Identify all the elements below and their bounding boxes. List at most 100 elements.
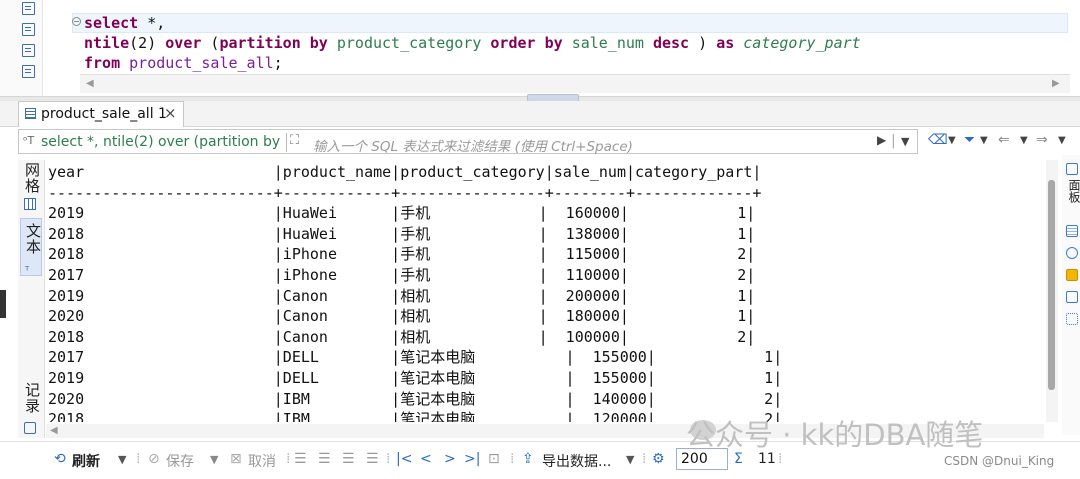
code-line[interactable]: from product_sale_all; — [84, 54, 283, 73]
tab-text-active[interactable]: 文本 — [20, 218, 42, 276]
result-header-row: year |product_name|product_category|sale… — [48, 163, 762, 181]
filter-placeholder: 输入一个 SQL 表达式来过滤结果 (使用 Ctrl+Space) — [313, 139, 633, 155]
result-row: 2019 |Canon |相机 | 200000| 1| — [48, 286, 756, 305]
record-icon[interactable] — [24, 422, 36, 434]
copy-row-icon[interactable]: ☰ — [342, 451, 355, 467]
result-separator-row: -------------------------+------------+-… — [48, 183, 762, 202]
scroll-right-icon[interactable]: ▶ — [1052, 78, 1060, 89]
next-page-icon[interactable]: > — [444, 451, 456, 467]
tab-panels[interactable]: 面板 — [1066, 179, 1080, 203]
code-token: product_sale_all — [129, 54, 274, 72]
code-line[interactable]: select *, — [84, 14, 165, 33]
divider: ⁞ — [510, 451, 515, 467]
chevron-down-icon[interactable]: ▼ — [980, 135, 988, 146]
last-page-icon[interactable]: >| — [464, 451, 480, 467]
chevron-down-icon[interactable]: ▼ — [626, 453, 634, 466]
metadata-icon[interactable] — [1066, 247, 1078, 259]
code-token: partition — [219, 34, 301, 52]
previous-page-icon[interactable]: < — [420, 451, 432, 467]
more-panels-icon[interactable] — [1066, 313, 1078, 325]
code-token: desc — [652, 34, 690, 52]
result-text-panel[interactable]: year |product_name|product_category|sale… — [46, 160, 1041, 422]
grid-icon[interactable] — [24, 198, 36, 210]
editor-horizontal-scrollbar[interactable]: ◀ ▶ — [80, 74, 1070, 93]
delete-row-icon[interactable]: ☰ — [366, 451, 379, 467]
editor-side-toolbar — [0, 0, 43, 98]
scroll-thumb[interactable] — [1048, 180, 1055, 390]
panels-icon[interactable] — [1066, 163, 1078, 175]
code-token: sale_num — [571, 34, 644, 52]
refresh-icon[interactable]: ⟲ — [54, 451, 66, 467]
scroll-left-icon[interactable]: ◀ — [50, 425, 58, 436]
history-dropdown-icon[interactable]: ▼ — [901, 135, 909, 148]
chevron-down-icon[interactable]: ▼ — [118, 453, 126, 466]
chart-icon[interactable] — [1066, 269, 1078, 281]
refresh-button[interactable]: 刷新 — [72, 451, 100, 471]
gear-icon[interactable]: ⚙ — [652, 451, 665, 467]
result-row: 2020 |Canon |相机 | 180000| 1| — [48, 307, 756, 326]
expand-icon[interactable]: ⛶ — [290, 133, 299, 148]
result-row: 2018 |IBM |笔记本电脑 | 120000| 2| — [48, 410, 783, 422]
close-icon[interactable]: × — [164, 104, 177, 122]
tab-label: product_sale_all 1 — [41, 106, 167, 122]
cancel-button[interactable]: 取消 — [248, 451, 276, 471]
tab-record[interactable]: 记录 — [22, 382, 43, 414]
export-data-button[interactable]: 导出数据... — [542, 451, 611, 471]
explain-plan-icon[interactable] — [22, 44, 35, 57]
tab-text[interactable]: 文本 — [23, 223, 44, 255]
result-row: 2017 |iPhone |手机 | 110000| 2| — [48, 266, 756, 284]
filter-bar: ᵒT select *, ntile(2) over (partition by… — [18, 129, 1080, 155]
chevron-down-icon[interactable]: ▼ — [1058, 135, 1066, 146]
back-icon[interactable]: ⇐ — [998, 132, 1010, 148]
code-token: ( — [201, 34, 220, 52]
first-page-icon[interactable]: |< — [396, 451, 412, 467]
fetch-all-icon[interactable]: ⊡ — [488, 451, 500, 467]
scroll-left-icon[interactable]: ◀ — [86, 78, 94, 89]
eraser-icon[interactable]: ⌫ — [928, 132, 948, 148]
chevron-down-icon[interactable]: ▼ — [1020, 135, 1028, 146]
filter-icon[interactable]: ⏷ — [964, 132, 975, 148]
outline-icon[interactable] — [22, 65, 35, 78]
divider: ⁞ — [642, 451, 647, 467]
result-row: 2019 |HuaWei |手机 | 160000| 1| — [48, 204, 756, 223]
tab-product-sale-all[interactable]: product_sale_all 1 × — [18, 101, 184, 127]
divider: ⁞ — [386, 451, 391, 467]
chevron-down-icon[interactable]: ▼ — [210, 453, 218, 466]
fold-collapse-icon[interactable] — [72, 17, 81, 26]
result-vertical-scrollbar[interactable] — [1046, 160, 1058, 422]
filter-input[interactable]: ᵒT select *, ntile(2) over (partition by… — [18, 129, 918, 155]
execute-script-icon[interactable] — [22, 23, 35, 36]
divider: ⁞ — [286, 451, 291, 467]
value-viewer-icon[interactable] — [1066, 225, 1078, 237]
result-row: 2020 |IBM |笔记本电脑 | 140000| 2| — [48, 389, 783, 408]
chevron-down-icon[interactable]: ▼ — [948, 135, 956, 146]
edit-row-icon[interactable]: ☰ — [294, 451, 307, 467]
code-token: from — [84, 54, 121, 72]
code-line[interactable]: ntile(2) over (partition by product_cate… — [84, 34, 861, 53]
sql-filter-icon: ᵒT — [23, 134, 35, 147]
code-token: product_category — [336, 34, 482, 52]
apply-filter-icon[interactable]: ▶ — [877, 133, 886, 147]
export-icon[interactable]: ⇪ — [522, 451, 534, 467]
credit-text: CSDN @Dnui_King — [944, 454, 1055, 468]
filter-sql-preview: select *, ntile(2) over (partition by — [41, 134, 281, 150]
save-button[interactable]: 保存 — [166, 451, 194, 471]
text-mode-icon[interactable]: ᵀ — [25, 264, 29, 277]
code-token: by — [309, 34, 328, 52]
result-row: 2018 |HuaWei |手机 | 138000| 1| — [48, 224, 756, 243]
tab-grid[interactable]: 网格 — [22, 162, 43, 194]
divider: | — [891, 133, 896, 149]
forward-icon[interactable]: ⇒ — [1036, 132, 1048, 148]
code-token: by — [544, 34, 563, 52]
add-row-icon[interactable]: ☰ — [318, 451, 331, 467]
execute-statement-icon[interactable] — [22, 2, 35, 15]
grouping-icon[interactable] — [1066, 291, 1078, 303]
code-token: select — [84, 14, 139, 32]
